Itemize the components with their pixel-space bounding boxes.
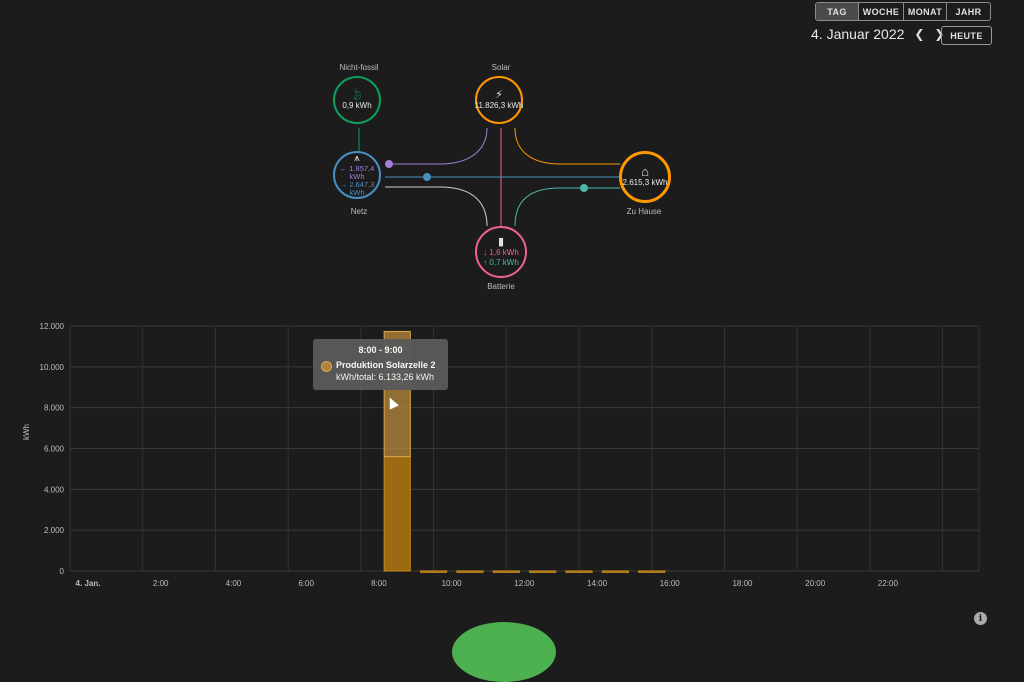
y-tick-label: 4.000 [44, 485, 65, 494]
tooltip-series-value: kWh/total: 6.133,26 kWh [336, 372, 435, 382]
partial-green-circle [452, 622, 556, 682]
solar-power-icon: ⚡ [495, 89, 503, 101]
x-tick-label: 22:00 [878, 579, 899, 588]
x-tick-label: 14:00 [587, 579, 608, 588]
non-fossil-label: Nicht-fossil [339, 63, 379, 72]
y-tick-label: 10.000 [40, 363, 65, 372]
y-tick-label: 0 [60, 567, 65, 576]
bar-segment [420, 570, 448, 573]
flow-dot-battery-home [580, 184, 588, 192]
bar-segment [383, 456, 411, 572]
x-tick-label: 4:00 [226, 579, 242, 588]
tooltip-title: 8:00 - 9:00 [358, 345, 403, 355]
y-tick-label: 2.000 [44, 526, 65, 535]
grid-node[interactable]: ⩚ ← 1.857,4 kWh → 2.647,3 kWh [333, 151, 381, 199]
home-value: 2.615,3 kWh [622, 178, 668, 187]
solar-value: 11.826,3 kWh [474, 101, 524, 110]
non-fossil-value: 0,9 kWh [342, 101, 372, 110]
x-tick-label: 2:00 [153, 579, 169, 588]
info-icon[interactable]: i [974, 612, 987, 625]
y-tick-label: 8.000 [44, 404, 65, 413]
x-tick-label: 4. Jan. [76, 579, 101, 588]
bar-segment [601, 570, 629, 573]
tooltip-series-name: Produktion Solarzelle 2 [336, 360, 436, 370]
x-tick-label: 16:00 [660, 579, 681, 588]
x-tick-label: 6:00 [298, 579, 314, 588]
battery-node[interactable]: ▮ ↓ 1,6 kWh ↑ 0,7 kWh [475, 226, 527, 278]
grid-export-unit: kWh [349, 188, 365, 197]
y-axis-label: kWh [22, 424, 31, 440]
bar-segment [492, 570, 520, 573]
x-tick-label: 20:00 [805, 579, 826, 588]
solar-node[interactable]: ⚡ 11.826,3 kWh [475, 76, 523, 124]
x-tick-label: 12:00 [514, 579, 535, 588]
y-tick-label: 12.000 [40, 322, 65, 331]
flow-dot-grid-home [423, 173, 431, 181]
energy-chart: 0 2.000 4.000 6.000 8.000 10.000 12.000 4. Jan.… [40, 322, 980, 588]
y-tick-label: 6.000 [44, 445, 65, 454]
non-fossil-node[interactable]: 🍃︎ 0,9 kWh [333, 76, 381, 124]
x-tick-label: 18:00 [732, 579, 753, 588]
home-node[interactable]: ⌂ 2.615,3 kWh [619, 151, 671, 203]
bar-segment [565, 570, 593, 573]
grid-label: Netz [350, 207, 368, 216]
battery-label: Batterie [487, 282, 515, 291]
battery-discharge-value: ↑ 0,7 kWh [483, 258, 519, 267]
bar-segment [456, 570, 484, 573]
home-label: Zu Hause [626, 207, 662, 216]
chart-tooltip: 8:00 - 9:00 Produktion Solarzelle 2 kWh/… [313, 339, 448, 390]
home-icon: ⌂ [641, 164, 649, 179]
x-tick-label: 10:00 [442, 579, 463, 588]
x-tick-label: 8:00 [371, 579, 387, 588]
bar-segment [529, 570, 557, 573]
solar-label: Solar [491, 63, 511, 72]
battery-icon: ▮ [497, 236, 505, 248]
battery-charge-value: ↓ 1,6 kWh [483, 248, 519, 257]
tooltip-swatch [321, 361, 332, 372]
leaf-icon: 🍃︎ [350, 89, 364, 101]
bar-segment [638, 570, 666, 573]
flow-dot-grid-solar [385, 160, 393, 168]
